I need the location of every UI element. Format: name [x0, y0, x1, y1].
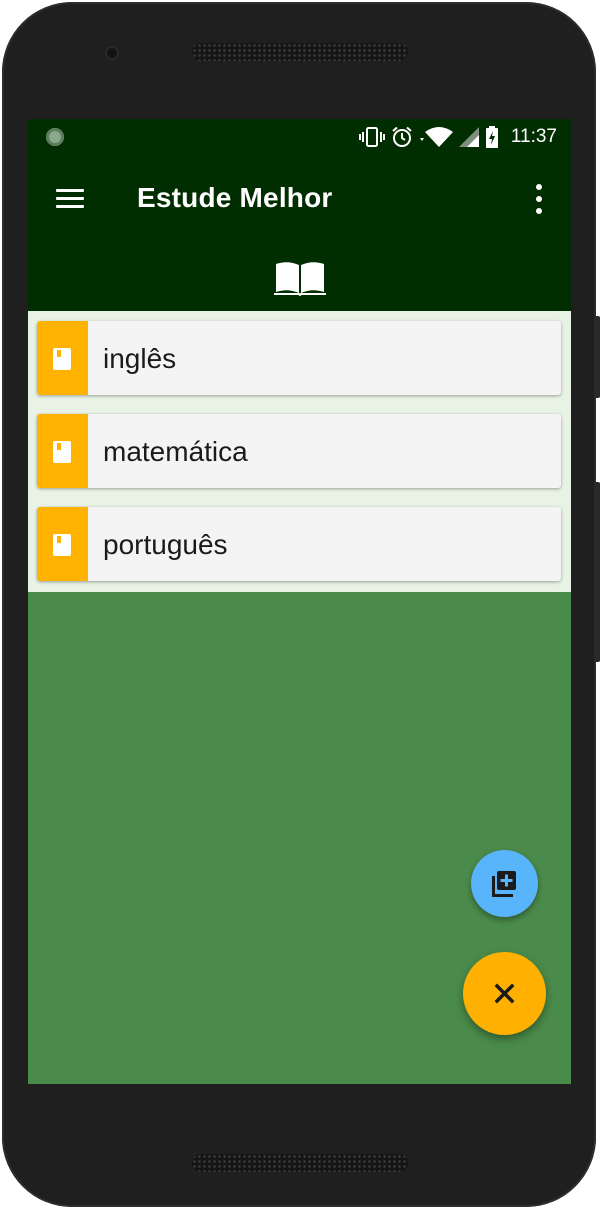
- list-item[interactable]: português: [37, 507, 561, 581]
- list-item-accent: [37, 321, 88, 395]
- earpiece-speaker: [192, 43, 408, 61]
- app-notification-icon: [46, 128, 64, 146]
- library-add-icon: [492, 871, 516, 897]
- hamburger-menu-icon[interactable]: [54, 186, 86, 212]
- more-vert-icon[interactable]: [529, 184, 549, 214]
- alarm-icon: [392, 126, 412, 147]
- list-item-label: matemática: [103, 436, 248, 467]
- wifi-icon: [419, 127, 453, 147]
- app-bar: Estude Melhor: [28, 156, 571, 311]
- bottom-speaker: [192, 1154, 408, 1172]
- front-camera: [105, 46, 119, 60]
- list-item-accent: [37, 507, 88, 581]
- list-item-label: inglês: [103, 343, 177, 374]
- add-subject-button[interactable]: [471, 850, 538, 917]
- volume-button: [594, 482, 600, 662]
- list-item-label: português: [103, 529, 228, 560]
- vibrate-icon: [358, 127, 385, 147]
- book-icon: [53, 534, 71, 556]
- open-book-icon[interactable]: [274, 260, 326, 296]
- book-icon: [53, 441, 71, 463]
- battery-charging-icon: [485, 126, 498, 148]
- close-fab-button[interactable]: [463, 952, 546, 1035]
- list-item[interactable]: inglês: [37, 321, 561, 395]
- status-time: 11:37: [510, 126, 557, 147]
- screen: 11:37 Estude Melhor inglês matemática po…: [28, 119, 571, 1084]
- app-title: Estude Melhor: [137, 182, 333, 213]
- status-icons: 11:37: [358, 125, 557, 149]
- phone-frame: 11:37 Estude Melhor inglês matemática po…: [2, 2, 600, 1207]
- power-button: [594, 316, 600, 398]
- list-item[interactable]: matemática: [37, 414, 561, 488]
- subject-list: inglês matemática português: [28, 311, 571, 592]
- close-icon: [494, 983, 515, 1004]
- list-item-accent: [37, 414, 88, 488]
- cell-signal-icon: [458, 127, 479, 147]
- status-bar: 11:37: [28, 119, 571, 156]
- book-icon: [53, 348, 71, 370]
